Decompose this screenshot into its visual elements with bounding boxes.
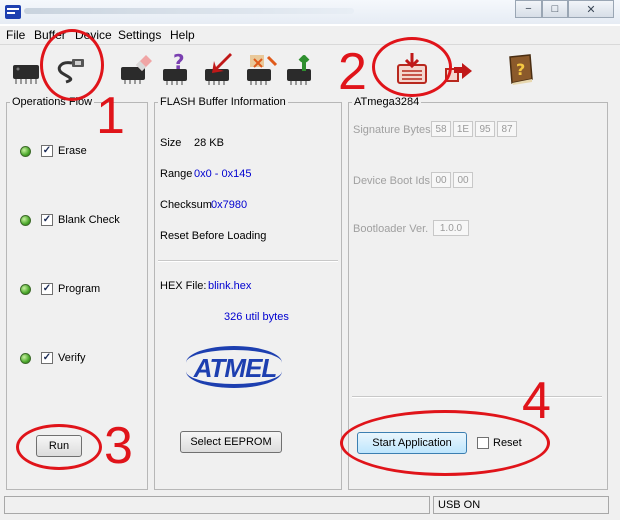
close-button[interactable]: ✕ xyxy=(568,0,614,18)
title-bar: − □ ✕ xyxy=(0,0,620,24)
blank-check-label: Blank Check xyxy=(58,214,120,226)
signature-byte-3: 95 xyxy=(475,121,495,137)
checksum-value: 0x7980 xyxy=(211,199,248,211)
maximize-icon: □ xyxy=(551,3,559,15)
status-bar: USB ON xyxy=(0,494,620,520)
close-icon: ✕ xyxy=(586,3,596,16)
boot-id-2: 00 xyxy=(453,172,473,188)
erase-status-led xyxy=(20,146,31,157)
program-status-led xyxy=(20,284,31,295)
device-boot-ids-label: Device Boot Ids xyxy=(353,175,431,187)
erase-chip-icon[interactable] xyxy=(118,51,154,87)
annotation-number-3: 3 xyxy=(104,417,133,475)
atmel-logo: ATMEL xyxy=(186,346,288,394)
bootloader-version-value: 1.0.0 xyxy=(433,220,469,236)
annotation-circle-1 xyxy=(40,29,104,101)
size-label: Size xyxy=(160,137,182,149)
size-value: 28 KB xyxy=(194,137,224,149)
menu-settings[interactable]: Settings xyxy=(118,28,161,42)
verify-checkbox[interactable]: ✓ xyxy=(41,352,53,364)
program-chip-icon[interactable] xyxy=(202,51,238,87)
reset-before-loading-label: Reset Before Loading xyxy=(160,230,267,242)
read-chip-icon[interactable] xyxy=(284,51,320,87)
flash-buffer-title: FLASH Buffer Information xyxy=(158,96,288,108)
signature-byte-4: 87 xyxy=(497,121,517,137)
verify-status-led xyxy=(20,353,31,364)
annotation-number-1: 1 xyxy=(96,87,125,145)
connection-status-text: USB ON xyxy=(438,499,481,511)
minimize-icon: − xyxy=(525,3,532,15)
verify-chip-icon[interactable] xyxy=(244,51,280,87)
annotation-number-2: 2 xyxy=(338,43,367,101)
flash-separator xyxy=(158,260,338,262)
range-value: 0x0 - 0x145 xyxy=(194,168,252,180)
signature-byte-2: 1E xyxy=(453,121,473,137)
range-label: Range xyxy=(160,168,193,180)
verify-label: Verify xyxy=(58,352,86,364)
hex-file-value: blink.hex xyxy=(208,280,252,292)
blank-check-icon[interactable]: ? xyxy=(160,51,196,87)
annotation-circle-3 xyxy=(16,424,102,470)
menu-file[interactable]: File xyxy=(6,28,25,42)
signature-bytes-label: Signature Bytes xyxy=(353,124,431,136)
boot-id-1: 00 xyxy=(431,172,451,188)
program-checkbox[interactable]: ✓ xyxy=(41,283,53,295)
checksum-label: Checksum xyxy=(160,199,212,211)
select-eeprom-label: Select EEPROM xyxy=(190,436,272,448)
atmel-logo-text: ATMEL xyxy=(193,353,278,383)
blank-check-status-led xyxy=(20,215,31,226)
bootloader-version-label: Bootloader Ver. xyxy=(353,223,429,235)
maximize-button[interactable]: □ xyxy=(542,0,568,18)
minimize-button[interactable]: − xyxy=(515,0,542,18)
connection-status: USB ON xyxy=(433,496,609,514)
hex-file-label: HEX File: xyxy=(160,280,207,292)
erase-label: Erase xyxy=(58,145,87,157)
chip-icon[interactable] xyxy=(8,51,44,87)
app-icon xyxy=(5,5,21,19)
status-message xyxy=(4,496,430,514)
util-bytes: 326 util bytes xyxy=(224,311,289,323)
svg-text:?: ? xyxy=(516,60,525,79)
device-separator xyxy=(352,396,602,398)
annotation-number-4: 4 xyxy=(522,372,551,430)
menu-help[interactable]: Help xyxy=(170,28,195,42)
svg-text:?: ? xyxy=(173,51,185,74)
blank-check-checkbox[interactable]: ✓ xyxy=(41,214,53,226)
erase-checkbox[interactable]: ✓ xyxy=(41,145,53,157)
window-title xyxy=(24,8,354,14)
signature-byte-1: 58 xyxy=(431,121,451,137)
annotation-circle-2 xyxy=(372,37,452,97)
help-book-icon[interactable]: ? xyxy=(502,51,538,87)
select-eeprom-button[interactable]: Select EEPROM xyxy=(180,431,282,453)
program-label: Program xyxy=(58,283,101,295)
annotation-circle-4 xyxy=(340,410,550,476)
